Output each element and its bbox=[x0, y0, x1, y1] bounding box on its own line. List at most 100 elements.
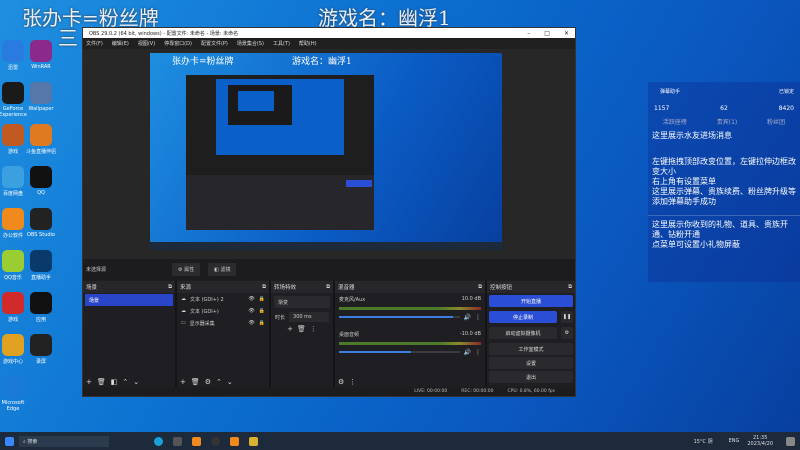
game-icon[interactable] bbox=[249, 436, 258, 446]
speaker-icon[interactable]: 🔊 bbox=[464, 314, 471, 321]
douyu-icon[interactable] bbox=[192, 436, 201, 446]
app-icon[interactable] bbox=[173, 436, 182, 446]
undock-icon[interactable]: ⧉ bbox=[478, 284, 482, 291]
desktop-icon[interactable] bbox=[2, 208, 24, 230]
duration-input[interactable]: 300 ms bbox=[289, 312, 329, 322]
desktop-icon[interactable] bbox=[2, 40, 24, 62]
preview-canvas[interactable]: 张办卡=粉丝牌 游戏名：幽浮1 bbox=[150, 53, 502, 250]
desktop-icon[interactable] bbox=[30, 208, 52, 230]
text-icon: ☁ bbox=[181, 296, 186, 302]
settings-button[interactable]: 设置 bbox=[489, 357, 573, 369]
desktop-icon[interactable] bbox=[30, 124, 52, 146]
add-icon[interactable]: + bbox=[86, 378, 92, 386]
eye-icon[interactable]: 👁 bbox=[248, 320, 254, 326]
menu-view[interactable]: 视图(V) bbox=[138, 40, 155, 47]
chevron-down-icon[interactable]: ⌄ bbox=[227, 378, 233, 386]
transition-select[interactable]: 渐变 bbox=[274, 296, 330, 308]
chevron-up-icon[interactable]: ⌃ bbox=[122, 378, 128, 386]
pause-button[interactable]: ❚❚ bbox=[561, 311, 573, 323]
filters-button[interactable]: ◧ 滤镜 bbox=[208, 263, 237, 276]
tab-active-rank[interactable]: 活跃座榜 bbox=[663, 117, 687, 126]
desktop-icon[interactable] bbox=[2, 376, 24, 398]
gear-icon[interactable]: ⚙ bbox=[205, 378, 211, 386]
language[interactable]: ENG bbox=[729, 438, 740, 444]
obs-icon[interactable] bbox=[211, 436, 220, 446]
desktop-icon[interactable] bbox=[30, 82, 52, 104]
desktop-icon[interactable] bbox=[2, 292, 24, 314]
obs-window: OBS 29.0.2 (64 bit, windows) - 配置文件: 未命名… bbox=[82, 27, 576, 397]
volume-slider[interactable] bbox=[339, 316, 460, 318]
transitions-title: 转场特效 bbox=[274, 285, 297, 291]
menu-tools[interactable]: 工具(T) bbox=[273, 40, 290, 47]
desktop-icon[interactable] bbox=[2, 250, 24, 272]
more-icon[interactable]: ⋮ bbox=[475, 314, 481, 321]
desktop-icon[interactable] bbox=[2, 82, 24, 104]
edge-icon[interactable] bbox=[154, 436, 163, 446]
tab-fan-club[interactable]: 粉丝团 bbox=[767, 117, 785, 126]
menu-edit[interactable]: 编辑(E) bbox=[112, 40, 129, 47]
trash-icon[interactable]: 🗑 bbox=[191, 378, 200, 386]
more-icon[interactable]: ⋮ bbox=[310, 325, 317, 333]
undock-icon[interactable]: ⧉ bbox=[568, 284, 572, 291]
lock-icon[interactable]: 🔒 bbox=[259, 308, 265, 314]
notification-icon[interactable] bbox=[786, 436, 795, 446]
filter-icon[interactable]: ◧ bbox=[111, 378, 118, 386]
tab-vip[interactable]: 贵宾(1) bbox=[717, 117, 738, 126]
source-item[interactable]: ☁ 文本 (GDI+) 2 👁 🔒 bbox=[177, 293, 269, 305]
add-icon[interactable]: + bbox=[180, 378, 186, 386]
sources-title: 来源 bbox=[180, 285, 192, 291]
source-item[interactable]: ▭ 显示器采集 👁 🔒 bbox=[177, 317, 269, 329]
more-icon[interactable]: ⋮ bbox=[349, 378, 356, 386]
desktop-icon-label: 斗鱼直播伴侣 bbox=[25, 149, 56, 155]
menu-scene-collection[interactable]: 场景集合(S) bbox=[237, 40, 264, 47]
virtual-camera-button[interactable]: 启动虚拟摄像机 bbox=[489, 327, 557, 339]
desktop-icon[interactable] bbox=[30, 334, 52, 356]
volume-slider[interactable] bbox=[339, 351, 460, 353]
minimize-button[interactable]: – bbox=[527, 30, 530, 37]
trash-icon[interactable]: 🗑 bbox=[297, 325, 306, 333]
weather[interactable]: 15°C 阴 bbox=[694, 438, 713, 445]
lock-icon[interactable]: 🔒 bbox=[259, 320, 265, 326]
add-icon[interactable]: + bbox=[287, 325, 293, 333]
menu-bar: 文件(F) 编辑(E) 视图(V) 停靠窗口(D) 配置文件(P) 场景集合(S… bbox=[83, 38, 575, 49]
chevron-down-icon[interactable]: ⌄ bbox=[133, 378, 139, 386]
advanced-audio-icon[interactable]: ⚙ bbox=[338, 378, 344, 386]
undock-icon[interactable]: ⧉ bbox=[326, 284, 330, 291]
start-icon[interactable] bbox=[5, 436, 14, 446]
undock-icon[interactable]: ⧉ bbox=[168, 284, 172, 291]
start-streaming-button[interactable]: 开始直播 bbox=[489, 295, 573, 307]
preview-area[interactable]: 张办卡=粉丝牌 游戏名：幽浮1 bbox=[83, 49, 575, 259]
lock-icon[interactable]: 🔒 bbox=[259, 296, 265, 302]
menu-file[interactable]: 文件(F) bbox=[86, 40, 103, 47]
gear-icon[interactable]: ⚙ bbox=[561, 327, 573, 339]
desktop-icon[interactable] bbox=[2, 334, 24, 356]
search-box[interactable]: ⌕ 搜索 bbox=[19, 435, 109, 447]
maximize-button[interactable]: □ bbox=[544, 30, 550, 37]
menu-help[interactable]: 帮助(H) bbox=[299, 40, 317, 47]
desktop-icon[interactable] bbox=[30, 292, 52, 314]
source-item[interactable]: ☁ 文本 (GDI+) 👁 🔒 bbox=[177, 305, 269, 317]
more-icon[interactable]: ⋮ bbox=[475, 349, 481, 356]
scene-item[interactable]: 场景 bbox=[85, 294, 173, 306]
desktop-icon[interactable] bbox=[2, 166, 24, 188]
chevron-up-icon[interactable]: ⌃ bbox=[216, 378, 222, 386]
trash-icon[interactable]: 🗑 bbox=[97, 378, 106, 386]
speaker-icon[interactable]: 🔊 bbox=[464, 349, 471, 356]
clock-date[interactable]: 2023/4/20 bbox=[747, 441, 773, 447]
menu-docks[interactable]: 停靠窗口(D) bbox=[164, 40, 192, 47]
exit-button[interactable]: 退出 bbox=[489, 371, 573, 383]
close-button[interactable]: ✕ bbox=[564, 30, 569, 37]
douyu-icon[interactable] bbox=[230, 436, 239, 446]
desktop-icon-label: Wallpaper bbox=[28, 106, 54, 112]
desktop-icon[interactable] bbox=[30, 40, 52, 62]
desktop-icon[interactable] bbox=[30, 166, 52, 188]
properties-button[interactable]: ⚙ 属性 bbox=[172, 263, 201, 276]
eye-icon[interactable]: 👁 bbox=[248, 296, 254, 302]
desktop-icon[interactable] bbox=[2, 124, 24, 146]
stop-recording-button[interactable]: 停止录制 bbox=[489, 311, 557, 323]
studio-mode-button[interactable]: 工作室模式 bbox=[489, 343, 573, 355]
desktop-icon[interactable] bbox=[30, 250, 52, 272]
eye-icon[interactable]: 👁 bbox=[248, 308, 254, 314]
undock-icon[interactable]: ⧉ bbox=[262, 284, 266, 291]
menu-profile[interactable]: 配置文件(P) bbox=[201, 40, 228, 47]
